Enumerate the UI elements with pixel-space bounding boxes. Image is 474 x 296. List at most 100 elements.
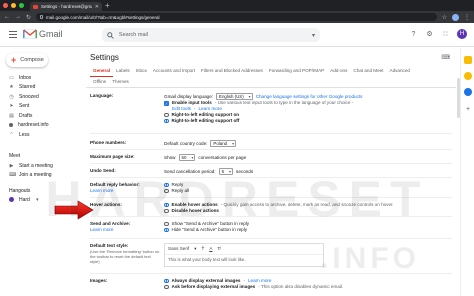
browser-tab-bar: Settings - hardreset@gmai ✕ + <box>0 0 474 11</box>
display-language-select[interactable]: English (US) <box>216 93 253 100</box>
browser-tab[interactable]: Settings - hardreset@gmai ✕ <box>30 2 102 11</box>
ask-before-display-radio[interactable] <box>164 284 169 290</box>
gear-icon[interactable]: ⚙ <box>425 30 434 39</box>
rtl-off-radio[interactable] <box>164 118 169 124</box>
text-style-editor: Sans Serif ▾ T̂ A T̸ This is what your b… <box>164 243 324 267</box>
font-size-icon[interactable]: T̂ <box>202 246 205 252</box>
text-style-title: Default text style: <box>90 243 129 248</box>
new-tab-button[interactable]: + <box>105 1 110 10</box>
phone-label: Phone numbers: <box>90 140 127 145</box>
maximize-window-icon[interactable] <box>19 3 24 8</box>
calendar-icon[interactable] <box>464 56 472 64</box>
tab-labels[interactable]: Labels <box>113 66 133 77</box>
send-archive-learn-more-link[interactable]: Learn more <box>90 227 160 233</box>
reply-learn-more-link[interactable]: Learn more <box>90 188 160 194</box>
reply-radio[interactable] <box>164 182 169 188</box>
tab-themes[interactable]: Themes <box>109 77 132 87</box>
tab-add-ons[interactable]: Add-ons <box>327 66 350 77</box>
tab-filters[interactable]: Filters and Blocked Addresses <box>198 66 266 77</box>
hangouts-section-title: Hangouts <box>9 188 31 194</box>
tab-inbox[interactable]: Inbox <box>133 66 150 77</box>
remove-formatting-icon[interactable]: T̸ <box>217 246 220 252</box>
browser-profile-icon[interactable] <box>452 13 459 21</box>
reply-all-radio[interactable] <box>164 188 169 194</box>
avatar[interactable]: H <box>457 29 467 39</box>
cancellation-period-select[interactable]: 5 <box>218 168 234 175</box>
start-meeting-item[interactable]: ▶ Start a meeting <box>0 161 84 171</box>
close-tab-icon[interactable]: ✕ <box>95 4 99 10</box>
main-menu-icon[interactable] <box>9 31 17 38</box>
sidebar-item-starred[interactable]: ★ Starred <box>0 83 84 93</box>
sidebar-item-sent[interactable]: ➤ Sent <box>0 102 84 112</box>
rtl-off-option[interactable]: Right-to-left editing support off <box>164 118 450 124</box>
address-bar[interactable]: mail.google.com/mail/u/0/?tab=rm&ogbl#se… <box>36 13 437 21</box>
close-window-icon[interactable] <box>3 3 8 8</box>
bookmark-star-icon[interactable]: ☆ <box>442 14 447 21</box>
sidebar-item-label: hardreset.info <box>18 122 49 129</box>
hide-send-archive-radio[interactable] <box>164 227 169 233</box>
rtl-on-radio[interactable] <box>164 112 169 118</box>
join-meeting-item[interactable]: ⌨ Join a meeting <box>0 171 84 181</box>
chevron-down-icon[interactable]: ▾ <box>194 246 196 252</box>
app-window: Settings - hardreset@gmai ✕ + ← → ↻ mail… <box>0 0 474 296</box>
sidebar-item-hardreset-label[interactable]: hardreset.info <box>0 121 84 131</box>
ask-before-display-option[interactable]: Ask before displaying external images - T… <box>164 284 450 290</box>
hide-send-archive-option[interactable]: Hide "Send & Archive" button in reply <box>164 227 450 233</box>
settings-panel: Settings ⌨ General Labels Inbox Accounts… <box>86 48 456 296</box>
text-style-controls: Sans Serif ▾ T̂ A T̸ This is what your b… <box>164 243 450 267</box>
sidebar-item-less[interactable]: ⌃ Less <box>0 130 84 140</box>
search-bar[interactable]: ▾ <box>102 28 320 42</box>
apps-grid-icon[interactable]: ∷ <box>441 30 450 39</box>
tasks-icon[interactable] <box>464 88 472 96</box>
keyboard-icon[interactable]: ⌨ <box>441 54 450 61</box>
url-text: mail.google.com/mail/u/0/?tab=rm&ogbl#se… <box>46 14 160 20</box>
disable-hover-radio[interactable] <box>164 208 169 214</box>
text-style-label: Default text style: (Use the 'Remove for… <box>90 243 160 264</box>
help-icon[interactable]: ? <box>409 30 418 39</box>
tab-chat-meet[interactable]: Chat and Meet <box>350 66 386 77</box>
tab-advanced[interactable]: Advanced <box>387 66 413 77</box>
always-display-radio[interactable] <box>164 278 169 284</box>
page-title: Settings <box>90 53 119 62</box>
back-icon[interactable]: ← <box>4 14 10 20</box>
editor-preview-text: This is what your body text will look li… <box>168 257 246 262</box>
tab-general[interactable]: General <box>90 66 114 77</box>
browser-tab-title: Settings - hardreset@gmai <box>41 4 92 9</box>
sidebar-item-drafts[interactable]: ▤ Drafts <box>0 111 84 121</box>
reload-icon[interactable]: ↻ <box>26 14 31 21</box>
sidebar-item-snoozed[interactable]: ◷ Snoozed <box>0 92 84 102</box>
sidebar-item-inbox[interactable]: ▭ Inbox <box>0 73 84 83</box>
search-input[interactable] <box>118 32 307 38</box>
keep-icon[interactable] <box>464 72 472 80</box>
reply-behavior-row: Default reply behavior: Learn more Reply… <box>90 179 452 198</box>
gmail-brand: Gmail <box>39 29 63 39</box>
tab-offline[interactable]: Offline <box>90 77 109 87</box>
reply-behavior-controls: Reply Reply all <box>164 182 450 194</box>
enable-hover-radio[interactable] <box>164 202 169 208</box>
forward-icon[interactable]: → <box>15 14 21 20</box>
tab-forwarding[interactable]: Forwarding and POP/IMAP <box>266 66 327 77</box>
tab-accounts-import[interactable]: Accounts and Import <box>150 66 198 77</box>
reply-behavior-title: Default reply behavior: <box>90 182 140 187</box>
show-send-archive-radio[interactable] <box>164 221 169 227</box>
gmail-logo-icon <box>23 29 37 39</box>
hangouts-user[interactable]: Hard ▾ <box>0 195 40 205</box>
add-addon-icon[interactable]: + <box>464 106 472 114</box>
reply-all-option[interactable]: Reply all <box>164 188 450 194</box>
browser-toolbar: ← → ↻ mail.google.com/mail/u/0/?tab=rm&o… <box>0 11 474 23</box>
minimize-window-icon[interactable] <box>11 3 16 8</box>
disable-hover-option[interactable]: Disable hover actions <box>164 208 450 214</box>
join-meeting-label: Join a meeting <box>19 172 52 179</box>
country-code-select[interactable]: Poland <box>210 140 237 147</box>
page-size-select[interactable]: 50 <box>178 154 196 161</box>
input-tools-checkbox[interactable]: ✓ <box>164 100 169 106</box>
search-options-icon[interactable]: ▾ <box>312 32 315 39</box>
browser-menu-icon[interactable]: ⋮ <box>464 14 470 21</box>
text-color-icon[interactable]: A <box>209 246 212 252</box>
compose-button[interactable]: + Compose <box>6 53 48 67</box>
search-icon[interactable] <box>107 31 114 39</box>
reply-all-option-label: Reply all <box>171 188 190 193</box>
page-size-suffix: conversations per page <box>198 154 247 160</box>
change-language-link[interactable]: Change language settings for other Googl… <box>256 94 363 100</box>
font-family-select[interactable]: Sans Serif <box>168 246 189 252</box>
